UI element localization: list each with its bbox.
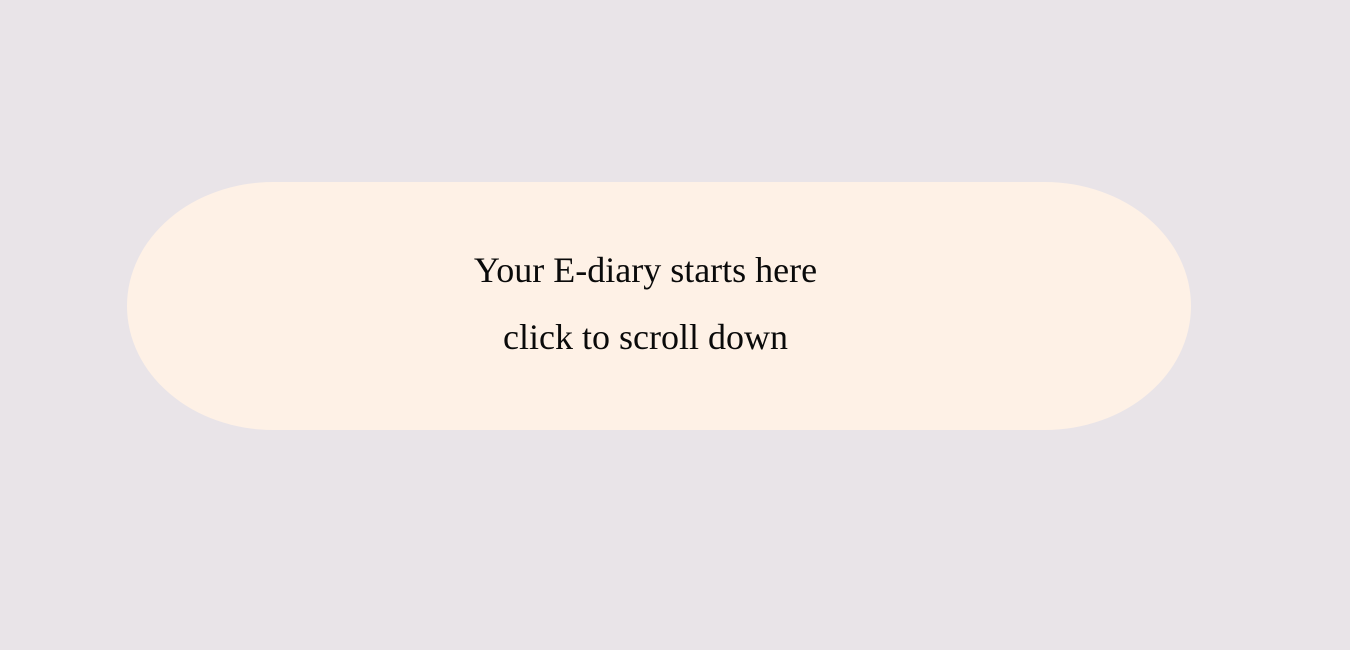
scroll-down-pill-button[interactable] (127, 182, 1191, 430)
scroll-down-hint[interactable]: click to scroll down (0, 317, 1291, 357)
hero-heading: Your E-diary starts here (473, 250, 818, 290)
